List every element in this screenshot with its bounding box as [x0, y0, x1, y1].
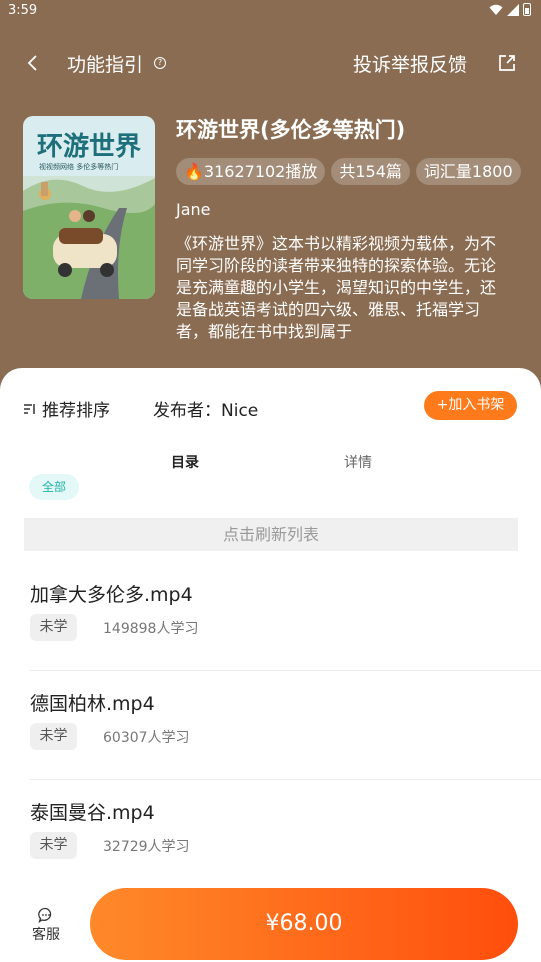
tab-detail[interactable]: 详情 — [344, 452, 372, 472]
book-cover[interactable]: 环游世界 视视频网络 多伦多等热门 — [23, 116, 155, 299]
item-status-badge: 未学 — [30, 832, 77, 859]
wifi-icon — [489, 4, 503, 15]
item-learner-count: 32729人学习 — [103, 839, 190, 855]
item-title: 泰国曼谷.mp4 — [30, 802, 155, 824]
filter-all-chip[interactable]: 全部 — [29, 474, 79, 500]
sort-label: 推荐排序 — [42, 401, 110, 421]
signal-icon — [507, 3, 519, 16]
customer-service-label: 客服 — [32, 927, 60, 943]
publisher-label: 发布者：Nice — [153, 401, 259, 421]
help-icon[interactable]: ? — [154, 57, 166, 69]
book-title: 环游世界(多伦多等热门) — [176, 118, 406, 142]
buy-button[interactable]: ¥68.00 — [90, 888, 518, 960]
nav-bar: 功能指引 ? 投诉举报反馈 — [0, 40, 541, 86]
item-learner-count: 60307人学习 — [103, 730, 190, 746]
chapter-count-tag: 共154篇 — [331, 158, 410, 185]
share-icon[interactable] — [497, 53, 517, 73]
item-title: 加拿大多伦多.mp4 — [30, 584, 193, 606]
status-time: 3:59 — [8, 3, 38, 18]
cover-title: 环游世界 — [37, 132, 142, 162]
list-item[interactable]: 泰国曼谷.mp4 未学 32729人学习 — [0, 781, 541, 890]
list-item[interactable]: 德国柏林.mp4 未学 60307人学习 — [0, 672, 541, 781]
refresh-list-button[interactable]: 点击刷新列表 — [24, 518, 518, 551]
add-to-shelf-button[interactable]: +加入书架 — [424, 391, 517, 420]
play-count-tag: 🔥31627102播放 — [176, 158, 326, 185]
item-status-badge: 未学 — [30, 614, 77, 641]
cover-subtitle: 视视频网络 多伦多等热门 — [39, 163, 119, 171]
page-title[interactable]: 功能指引 — [67, 50, 143, 77]
item-status-badge: 未学 — [30, 723, 77, 750]
author-name: Jane — [176, 200, 211, 219]
status-icons — [489, 3, 531, 16]
battery-icon — [523, 3, 531, 16]
book-description[interactable]: 《环游世界》这本书以精彩视频为载体，为不同学习阶段的读者带来独特的探索体验。无论… — [176, 233, 506, 341]
status-bar: 3:59 — [0, 0, 541, 24]
tab-catalog[interactable]: 目录 — [171, 452, 199, 472]
book-tags: 🔥31627102播放 共154篇 词汇量1800 — [176, 158, 541, 186]
item-title: 德国柏林.mp4 — [30, 693, 155, 715]
list-item[interactable]: 加拿大多伦多.mp4 未学 149898人学习 — [0, 563, 541, 672]
sort-icon — [24, 403, 35, 414]
divider — [30, 779, 541, 780]
customer-service-button[interactable]: 客服 — [30, 907, 62, 944]
chat-bubble-icon — [38, 907, 52, 923]
sort-selector[interactable]: 推荐排序 — [24, 396, 110, 421]
vocabulary-tag: 词汇量1800 — [415, 158, 521, 185]
back-arrow-icon[interactable] — [22, 52, 44, 74]
item-learner-count: 149898人学习 — [103, 621, 199, 637]
report-feedback-link[interactable]: 投诉举报反馈 — [353, 50, 467, 77]
divider — [30, 670, 541, 671]
